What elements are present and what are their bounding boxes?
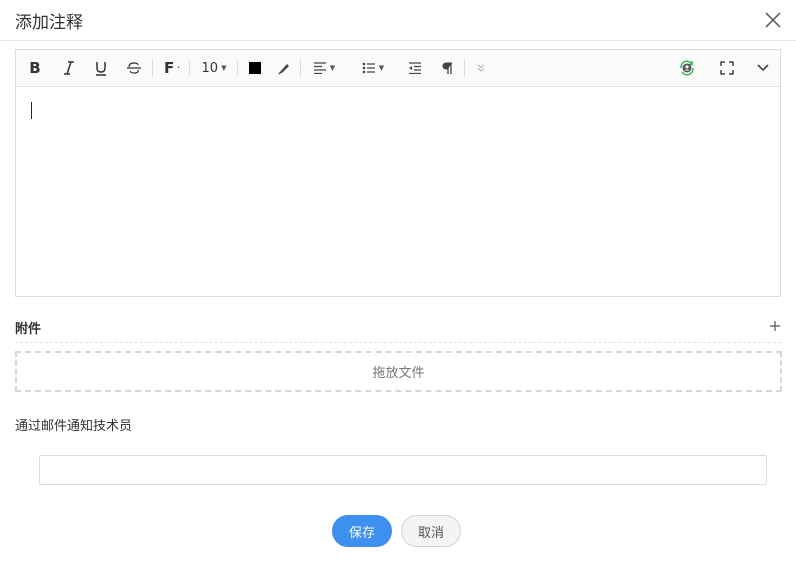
close-icon[interactable]: [764, 11, 782, 29]
notify-technician-label: 通过邮件通知技术员: [15, 419, 133, 434]
strikethrough-icon[interactable]: [124, 58, 144, 78]
add-attachment-icon[interactable]: [768, 318, 782, 332]
rich-text-editor: B F · 10 ▼ ▼ ▼: [15, 49, 781, 297]
attachments-label: 附件: [15, 322, 42, 337]
bullet-list-icon[interactable]: ▼: [358, 58, 388, 78]
more-chevron-icon[interactable]: [474, 58, 488, 78]
italic-icon[interactable]: [60, 58, 78, 78]
highlight-pen-icon[interactable]: [276, 58, 292, 78]
font-family-icon[interactable]: F ·: [162, 58, 182, 78]
toolbar-separator: [152, 60, 153, 76]
notify-technician-input[interactable]: [39, 455, 767, 485]
outdent-icon[interactable]: [406, 58, 424, 78]
fullscreen-icon[interactable]: [718, 58, 736, 78]
underline-icon[interactable]: [92, 58, 110, 78]
toolbar-separator: [300, 60, 301, 76]
text-color-icon[interactable]: [247, 58, 263, 78]
file-dropzone[interactable]: 拖放文件: [15, 351, 782, 392]
dialog-title: 添加注释: [15, 13, 83, 33]
dropzone-text: 拖放文件: [372, 366, 425, 381]
editor-toolbar: B F · 10 ▼ ▼ ▼: [16, 50, 780, 87]
toolbar-separator: [237, 60, 238, 76]
toolbar-separator: [464, 60, 465, 76]
font-size-value: 10: [201, 60, 219, 76]
paragraph-icon[interactable]: [439, 58, 455, 78]
bold-icon[interactable]: B: [26, 58, 44, 78]
cancel-button[interactable]: 取消: [401, 515, 461, 547]
save-button[interactable]: 保存: [332, 515, 392, 547]
text-cursor: [31, 102, 32, 119]
align-icon[interactable]: ▼: [309, 58, 339, 78]
editor-content-area[interactable]: [16, 87, 780, 296]
add-note-dialog: 添加注释 B F · 10 ▼ ▼ ▼ 附件 拖放文件 通过邮件通知技术员 保存…: [0, 0, 796, 576]
toolbar-separator: [189, 60, 190, 76]
font-size-select[interactable]: 10 ▼: [199, 58, 229, 78]
dialog-header: 添加注释: [0, 0, 796, 41]
user-sync-icon[interactable]: [677, 58, 697, 78]
attachments-divider: [15, 342, 781, 343]
chevron-down-icon[interactable]: [754, 58, 772, 78]
